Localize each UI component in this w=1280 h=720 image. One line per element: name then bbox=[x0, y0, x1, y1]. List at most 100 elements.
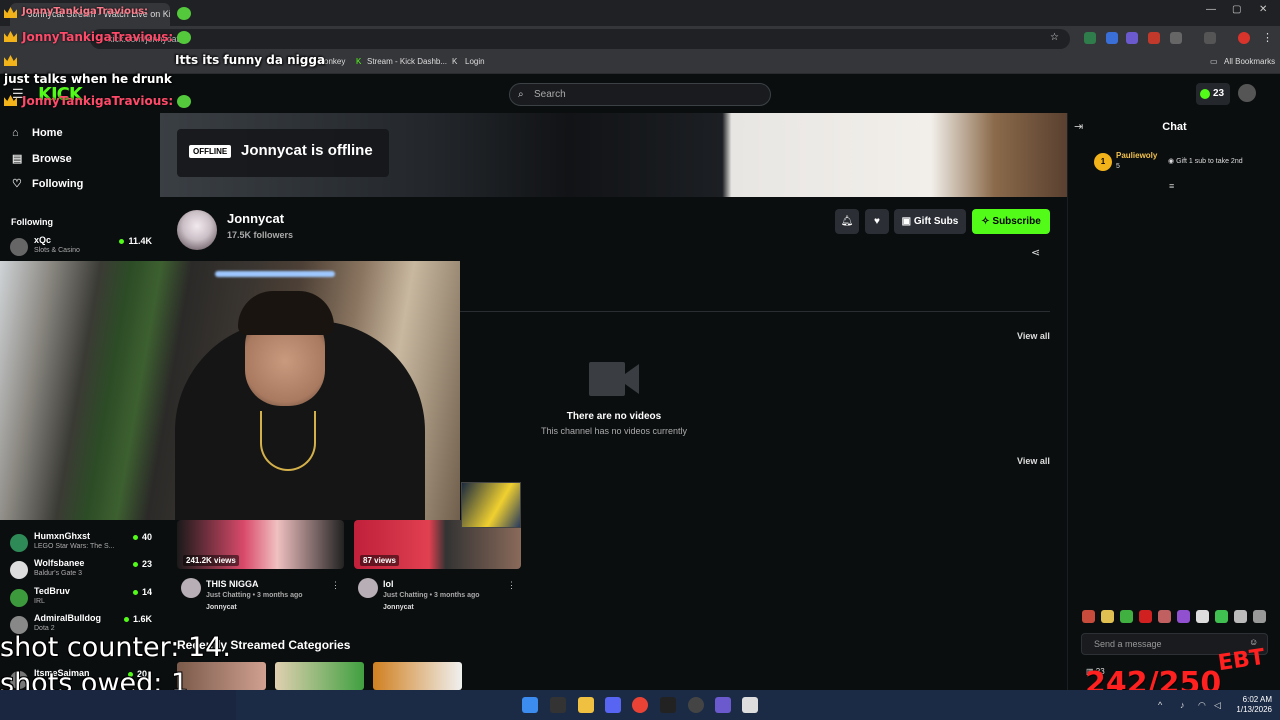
windows-taskbar: ^ ♪ ◠ ◁ 6:02 AM 1/13/2026 bbox=[0, 690, 1280, 720]
view-all-link[interactable]: View all bbox=[1017, 331, 1050, 341]
following-heading: Following bbox=[11, 217, 53, 227]
extension-icon[interactable] bbox=[1106, 32, 1118, 44]
chrome-icon[interactable] bbox=[632, 697, 648, 713]
emote-icon[interactable] bbox=[1139, 610, 1152, 623]
emote-icon[interactable] bbox=[1082, 610, 1095, 623]
emote-icon[interactable] bbox=[1234, 610, 1247, 623]
followed-channel[interactable]: Wolfsbanee Baldur's Gate 3 23 bbox=[10, 558, 152, 584]
sidepanel-icon[interactable] bbox=[1204, 32, 1216, 44]
taskbar-search[interactable] bbox=[0, 690, 236, 720]
streamer-hair bbox=[238, 291, 334, 335]
kicks-balance[interactable]: 23 bbox=[1196, 83, 1230, 105]
extension-icon[interactable] bbox=[1126, 32, 1138, 44]
viewer-count: 14 bbox=[133, 587, 152, 597]
folder-icon: ▭ bbox=[1210, 57, 1218, 66]
mic-icon[interactable]: ♪ bbox=[1180, 700, 1185, 710]
followed-channel[interactable]: TedBruv IRL 14 bbox=[10, 586, 152, 612]
category-thumbnail[interactable] bbox=[373, 662, 462, 690]
menu-dots-icon[interactable]: ⋮ bbox=[1262, 31, 1273, 44]
channel-category: Slots & Casino bbox=[34, 247, 80, 254]
webcam-overlay bbox=[0, 261, 460, 520]
share-icon[interactable]: ⋖ bbox=[1031, 246, 1040, 259]
extension-icon[interactable] bbox=[1084, 32, 1096, 44]
followed-channel[interactable]: xQc Slots & Casino 11.4K bbox=[10, 235, 152, 261]
sidebar-item-home[interactable]: ⌂ Home bbox=[12, 127, 63, 139]
address-bar[interactable]: kick.com/jonnycat bbox=[90, 29, 1070, 49]
emote-icon[interactable] bbox=[1215, 610, 1228, 623]
bookmark-item[interactable]: Stream - Kick Dashb... bbox=[367, 57, 447, 66]
coin-icon bbox=[1200, 89, 1210, 99]
avatar bbox=[10, 589, 28, 607]
app-icon[interactable] bbox=[550, 697, 566, 713]
more-options-icon[interactable]: ⋮ bbox=[331, 580, 340, 591]
avatar[interactable] bbox=[358, 578, 378, 598]
discord-icon[interactable] bbox=[605, 697, 621, 713]
more-options-icon[interactable]: ⋮ bbox=[507, 580, 516, 591]
start-icon[interactable] bbox=[522, 697, 538, 713]
clip-title[interactable]: THIS NIGGA bbox=[206, 579, 259, 589]
clip-channel[interactable]: Jonnycat bbox=[383, 604, 414, 611]
user-avatar[interactable] bbox=[1238, 84, 1256, 102]
emote-icon[interactable] bbox=[1196, 610, 1209, 623]
emote-icon[interactable] bbox=[1158, 610, 1171, 623]
followed-channel[interactable]: HumxnGhxst LEGO Star Wars: The S... 40 bbox=[10, 531, 152, 557]
channel-avatar[interactable] bbox=[177, 210, 217, 250]
emote-icon[interactable] bbox=[1177, 610, 1190, 623]
clip-channel[interactable]: Jonnycat bbox=[206, 604, 237, 611]
browser-tab-bar: Jonnycat Stream - Watch Live on Kick — ▢… bbox=[0, 0, 1280, 26]
sidebar-item-label: Browse bbox=[32, 153, 72, 165]
subscribe-button[interactable]: ✧ Subscribe bbox=[972, 209, 1050, 234]
emote-icon[interactable] bbox=[1101, 610, 1114, 623]
epic-games-icon[interactable] bbox=[660, 697, 676, 713]
folder-icon[interactable] bbox=[578, 697, 594, 713]
gift-subs-button[interactable]: ▣ Gift Subs bbox=[894, 209, 966, 234]
volume-icon[interactable]: ◁ bbox=[1214, 700, 1221, 711]
bell-icon: 🔔︎ bbox=[840, 216, 854, 227]
gifter-name[interactable]: Pauliewoly bbox=[1116, 151, 1157, 160]
clip-views: 87 views bbox=[360, 555, 399, 566]
notification-bell-button[interactable]: 🔔︎ bbox=[835, 209, 859, 234]
clip-title[interactable]: lol bbox=[383, 579, 394, 589]
search-input[interactable]: ⌕ Search bbox=[509, 83, 771, 106]
tray-chevron-icon[interactable]: ^ bbox=[1158, 700, 1162, 710]
emote-bar bbox=[1082, 610, 1272, 624]
star-icon[interactable]: ☆ bbox=[1050, 32, 1059, 43]
sidebar-item-browse[interactable]: ▤ Browse bbox=[12, 152, 72, 165]
bookmark-item[interactable]: Login bbox=[465, 57, 485, 66]
expand-icon[interactable]: ≡ bbox=[1169, 181, 1174, 191]
clip-views: 241.2K views bbox=[183, 555, 239, 566]
gift-prompt[interactable]: ◉ Gift 1 sub to take 2nd bbox=[1168, 157, 1243, 165]
view-all-link[interactable]: View all bbox=[1017, 456, 1050, 466]
sidebar-item-following[interactable]: ♡ Following bbox=[12, 177, 83, 190]
bookmark-item[interactable]: onkey bbox=[324, 57, 345, 66]
channel-category: LEGO Star Wars: The S... bbox=[34, 543, 115, 550]
viewer-count: 40 bbox=[133, 532, 152, 542]
profile-avatar[interactable] bbox=[1238, 32, 1250, 44]
clock[interactable]: 6:02 AM 1/13/2026 bbox=[1232, 695, 1272, 715]
browse-icon: ▤ bbox=[12, 153, 23, 165]
category-thumbnail[interactable] bbox=[275, 662, 364, 690]
maximize-icon[interactable]: ▢ bbox=[1232, 4, 1241, 15]
emote-icon[interactable] bbox=[1253, 610, 1266, 623]
puzzle-icon[interactable] bbox=[1170, 32, 1182, 44]
minimize-icon[interactable]: — bbox=[1206, 4, 1216, 15]
wifi-icon[interactable]: ◠ bbox=[1198, 700, 1206, 711]
viewer-count: 23 bbox=[133, 559, 152, 569]
avatar bbox=[10, 238, 28, 256]
extension-icon[interactable] bbox=[1148, 32, 1160, 44]
channel-name: AdmiralBulldog bbox=[34, 613, 101, 623]
app-icon[interactable] bbox=[742, 697, 758, 713]
streamer-chain bbox=[260, 411, 316, 471]
divider bbox=[460, 311, 1050, 312]
clip-thumbnail[interactable]: 241.2K views bbox=[177, 520, 344, 569]
avatar[interactable] bbox=[181, 578, 201, 598]
close-icon[interactable]: ✕ bbox=[1259, 4, 1267, 15]
coin-count: 23 bbox=[1213, 88, 1225, 99]
all-bookmarks[interactable]: All Bookmarks bbox=[1224, 57, 1275, 66]
obs-icon[interactable] bbox=[688, 697, 704, 713]
app-icon[interactable] bbox=[715, 697, 731, 713]
channel-category: IRL bbox=[34, 598, 45, 605]
emote-icon[interactable] bbox=[1120, 610, 1133, 623]
category-thumbnail[interactable] bbox=[177, 662, 266, 690]
follow-button[interactable]: ♥ bbox=[865, 209, 889, 234]
